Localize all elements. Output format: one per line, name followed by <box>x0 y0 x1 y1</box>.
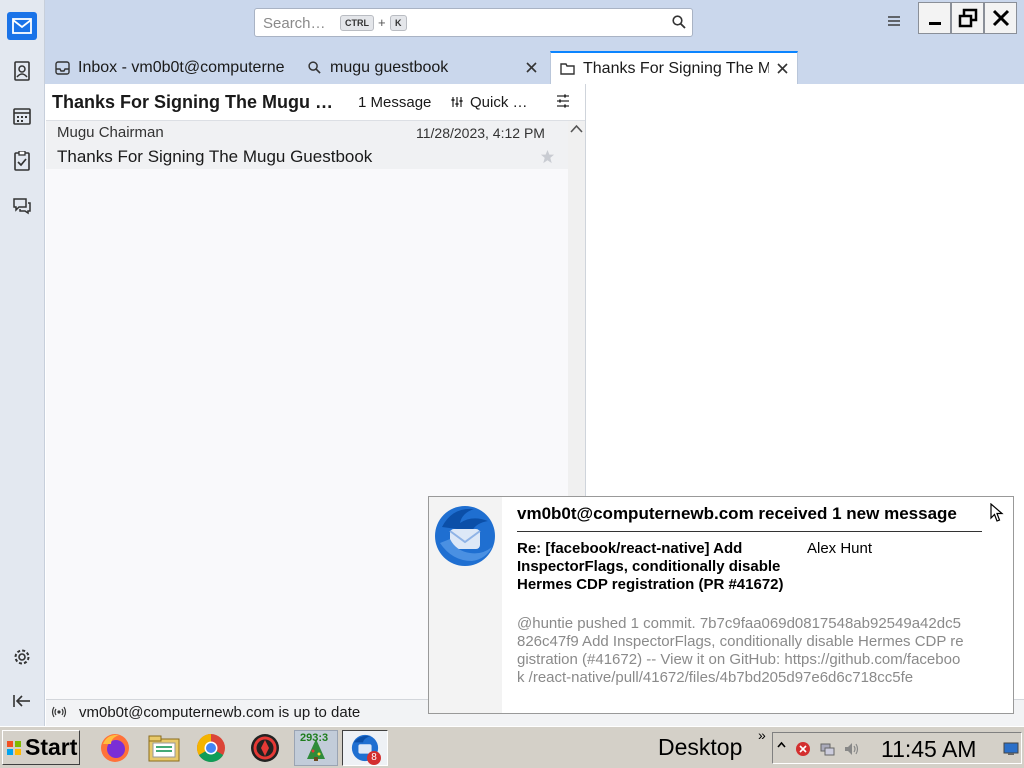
start-button[interactable]: Start <box>2 730 80 765</box>
tab-message[interactable]: Thanks For Signing The Mugu Guestbook <box>550 51 798 84</box>
search-icon <box>308 61 321 74</box>
restore-button[interactable] <box>951 2 984 34</box>
start-label: Start <box>25 734 78 760</box>
clock[interactable]: 11:45 AM <box>881 736 976 763</box>
inbox-icon <box>55 60 70 75</box>
collapse-sidebar-icon[interactable] <box>11 690 33 712</box>
message-count: 1 Message <box>358 94 432 111</box>
message-sender: Mugu Chairman <box>57 124 164 141</box>
address-book-icon[interactable] <box>11 60 33 82</box>
notification-separator <box>517 531 982 532</box>
firefox-icon[interactable] <box>96 730 134 766</box>
title-bar: Search… CTRL + K <box>45 0 1024 46</box>
taskbar: Start 293:3 8 Desktop » 11:45 AM <box>0 726 1024 768</box>
app-icon[interactable] <box>246 730 284 766</box>
notification-body: @huntie pushed 1 commit. 7b7c9faa069d081… <box>517 615 964 686</box>
calendar-icon[interactable] <box>11 105 33 127</box>
quick-filter-button[interactable]: Quick Filter <box>450 90 536 114</box>
minimize-button[interactable] <box>918 2 951 34</box>
notification-title: vm0b0t@computernewb.com received 1 new m… <box>517 504 957 523</box>
windows-logo-icon <box>6 740 22 756</box>
network-icon[interactable] <box>819 741 835 757</box>
scroll-up-arrow-icon[interactable] <box>570 124 583 133</box>
tasks-icon[interactable] <box>11 150 33 172</box>
mouse-cursor-icon <box>990 503 1004 523</box>
search-placeholder: Search… <box>263 15 326 32</box>
tab-search-results[interactable]: mugu guestbook <box>308 51 544 84</box>
app-menu-icon[interactable] <box>887 14 901 32</box>
plus-hint: + <box>378 15 386 30</box>
tab-inbox-label: Inbox - vm0b0t@computernewb.com <box>78 58 284 76</box>
volume-icon[interactable] <box>843 741 859 757</box>
tab-message-label: Thanks For Signing The Mugu Guestbook <box>583 59 769 77</box>
settings-gear-icon[interactable] <box>11 646 33 668</box>
file-manager-icon[interactable] <box>145 730 183 766</box>
tab-close-icon[interactable] <box>526 62 537 73</box>
message-row[interactable]: Mugu Chairman 11/28/2023, 4:12 PM Thanks… <box>46 121 569 169</box>
show-desktop-icon[interactable] <box>1003 742 1019 756</box>
mail-icon[interactable] <box>7 12 37 40</box>
tab-bar: Inbox - vm0b0t@computernewb.com mugu gue… <box>45 46 1024 84</box>
spaces-toolbar <box>0 0 45 726</box>
search-box[interactable]: Search… CTRL + K <box>254 8 693 37</box>
tab-search-label: mugu guestbook <box>330 58 449 76</box>
quick-filter-icon <box>450 96 464 108</box>
tray-expand-icon[interactable] <box>777 741 786 751</box>
notification-subject: Re: [facebook/react-native] Add Inspecto… <box>517 540 784 593</box>
status-text: vm0b0t@computernewb.com is up to date <box>79 704 361 721</box>
k-key-hint: K <box>390 15 407 31</box>
thread-pane-header: Thanks For Signing The Mugu Guestbook 1 … <box>46 84 585 121</box>
star-icon[interactable] <box>540 149 555 164</box>
notification-icon-area <box>429 497 502 713</box>
notification-sender: Alex Hunt <box>807 540 873 557</box>
chat-icon[interactable] <box>11 195 33 217</box>
chrome-icon[interactable] <box>192 730 230 766</box>
search-icon <box>672 15 686 34</box>
unread-badge: 8 <box>367 751 381 765</box>
display-options-icon[interactable] <box>556 94 570 108</box>
desktop-chevron[interactable]: » <box>758 727 766 743</box>
online-status-icon[interactable] <box>51 706 67 718</box>
message-date: 11/28/2023, 4:12 PM <box>416 125 545 141</box>
quick-filter-label: Quick Filter <box>470 93 536 111</box>
thunderbird-taskbar-button[interactable]: 8 <box>342 730 388 766</box>
tab-inbox[interactable]: Inbox - vm0b0t@computernewb.com <box>55 51 295 84</box>
new-mail-notification[interactable]: vm0b0t@computernewb.com received 1 new m… <box>428 496 1014 714</box>
close-window-button[interactable] <box>984 2 1017 34</box>
ctrl-key-hint: CTRL <box>340 15 374 31</box>
tray-app-icon[interactable]: 293:3 <box>294 730 338 766</box>
desktop-label[interactable]: Desktop <box>658 734 742 761</box>
message-subject: Thanks For Signing The Mugu Guestbook <box>57 147 373 166</box>
thunderbird-logo-icon <box>432 503 498 567</box>
folder-icon <box>560 62 575 75</box>
security-icon[interactable] <box>795 741 811 757</box>
system-tray: 11:45 AM <box>772 732 1022 764</box>
tab-close-icon[interactable] <box>777 63 788 74</box>
folder-title: Thanks For Signing The Mugu Guestbook <box>52 92 338 112</box>
tray-app-badge: 293:3 <box>300 732 329 744</box>
